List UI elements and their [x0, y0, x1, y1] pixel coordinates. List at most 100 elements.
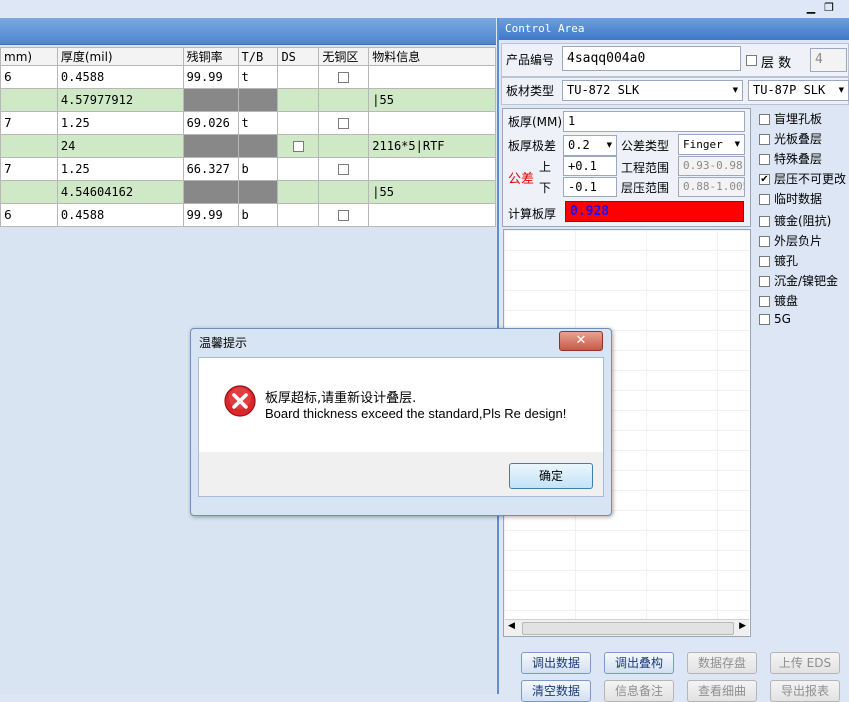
cell-ds[interactable]: [277, 111, 320, 135]
cell-thickness[interactable]: 24: [56, 134, 184, 158]
option-checkbox[interactable]: [759, 276, 770, 287]
scrollbar-thumb[interactable]: [522, 622, 734, 635]
product-no-input[interactable]: 4saqq004a0: [562, 46, 741, 71]
cell-no-copper[interactable]: [318, 65, 370, 89]
table-row[interactable]: 7 1.25 69.026 t: [0, 111, 496, 135]
option-plated-pad[interactable]: 镀盘: [759, 292, 798, 309]
cell-mm[interactable]: [0, 88, 58, 112]
cell-material[interactable]: [368, 203, 496, 227]
board-type-select[interactable]: TU-872 SLK ▼: [562, 80, 743, 101]
no-copper-checkbox[interactable]: [338, 210, 350, 221]
option-5g[interactable]: 5G: [759, 312, 791, 326]
option-checkbox[interactable]: [759, 256, 770, 267]
scroll-right-icon[interactable]: ▶: [739, 621, 746, 631]
cell-material[interactable]: [368, 65, 496, 89]
cell-mm[interactable]: 6: [0, 203, 58, 227]
cell-thickness[interactable]: 0.4588: [56, 203, 184, 227]
no-copper-checkbox[interactable]: [338, 118, 350, 129]
layers-checkbox[interactable]: [746, 55, 757, 66]
table-row[interactable]: 7 1.25 66.327 b: [0, 157, 496, 181]
option-bare-board-stack[interactable]: 光板叠层: [759, 130, 822, 147]
upper-tolerance-input[interactable]: +0.1: [563, 156, 617, 176]
view-detail-button[interactable]: 查看细曲: [687, 680, 757, 702]
cell-no-copper[interactable]: [318, 111, 370, 135]
option-checkbox[interactable]: [759, 216, 770, 227]
cell-thickness[interactable]: 0.4588: [56, 65, 184, 89]
cell-no-copper[interactable]: [318, 180, 370, 204]
layers-input[interactable]: 4: [810, 48, 847, 72]
option-checkbox[interactable]: [759, 314, 770, 325]
option-enig-enepig[interactable]: 沉金/镍钯金: [759, 272, 838, 289]
table-row[interactable]: 6 0.4588 99.99 b: [0, 203, 496, 227]
cell-tb[interactable]: t: [237, 111, 279, 135]
cell-material[interactable]: [368, 111, 496, 135]
cell-residual[interactable]: 69.026: [182, 111, 239, 135]
info-note-button[interactable]: 信息备注: [604, 680, 674, 702]
cell-material[interactable]: [368, 157, 496, 181]
cell-tb[interactable]: b: [237, 203, 279, 227]
table-row[interactable]: 4.54604162 |55: [0, 180, 496, 204]
save-data-button[interactable]: 数据存盘: [687, 652, 757, 674]
cell-thickness[interactable]: 4.57977912: [56, 88, 184, 112]
no-copper-checkbox[interactable]: [338, 72, 350, 83]
minimize-icon[interactable]: ▁: [804, 1, 818, 15]
export-report-button[interactable]: 导出报表: [770, 680, 840, 702]
horizontal-scrollbar[interactable]: ◀ ▶: [505, 619, 749, 636]
cell-ds[interactable]: [277, 134, 320, 158]
cell-thickness[interactable]: 1.25: [56, 157, 184, 181]
upload-eds-button[interactable]: 上传 EDS: [770, 652, 840, 674]
load-data-button[interactable]: 调出数据: [521, 652, 591, 674]
cell-residual[interactable]: 99.99: [182, 203, 239, 227]
cell-tb[interactable]: t: [237, 65, 279, 89]
cell-ds[interactable]: [277, 88, 320, 112]
table-row[interactable]: 4.57977912 |55: [0, 88, 496, 112]
cell-no-copper[interactable]: [318, 134, 370, 158]
option-special-stack[interactable]: 特殊叠层: [759, 150, 822, 167]
option-checkbox[interactable]: [759, 296, 770, 307]
option-checkbox-checked[interactable]: ✔: [759, 174, 770, 185]
option-checkbox[interactable]: [759, 194, 770, 205]
cell-thickness[interactable]: 4.54604162: [56, 180, 184, 204]
clear-data-button[interactable]: 清空数据: [521, 680, 591, 702]
cell-mm[interactable]: [0, 134, 58, 158]
board-type2-select[interactable]: TU-87P SLK ▼: [748, 80, 849, 101]
thickness-tolerance-select[interactable]: 0.2 ▼: [563, 135, 617, 156]
ok-button[interactable]: 确定: [509, 463, 593, 489]
cell-ds[interactable]: [277, 203, 320, 227]
close-icon[interactable]: ✕: [559, 331, 603, 351]
option-checkbox[interactable]: [759, 154, 770, 165]
table-row[interactable]: 6 0.4588 99.99 t: [0, 65, 496, 89]
option-temp-data[interactable]: 临时数据: [759, 190, 822, 207]
cell-no-copper[interactable]: [318, 157, 370, 181]
cell-residual[interactable]: 66.327: [182, 157, 239, 181]
cell-material[interactable]: |55: [368, 180, 496, 204]
cell-material[interactable]: 2116*5|RTF: [368, 134, 496, 158]
tolerance-type-select[interactable]: Finger ▼: [678, 134, 745, 155]
cell-ds[interactable]: [277, 180, 320, 204]
cell-mm[interactable]: 7: [0, 111, 58, 135]
option-outer-negative[interactable]: 外层负片: [759, 232, 822, 249]
scroll-left-icon[interactable]: ◀: [508, 621, 515, 631]
no-copper-checkbox[interactable]: [338, 164, 350, 175]
cell-no-copper[interactable]: [318, 203, 370, 227]
cell-mm[interactable]: 7: [0, 157, 58, 181]
cell-material[interactable]: |55: [368, 88, 496, 112]
option-blind-buried-via[interactable]: 盲埋孔板: [759, 110, 822, 127]
cell-tb[interactable]: b: [237, 157, 279, 181]
thickness-input[interactable]: 1: [563, 111, 745, 132]
option-checkbox[interactable]: [759, 114, 770, 125]
option-checkbox[interactable]: [759, 134, 770, 145]
cell-ds[interactable]: [277, 157, 320, 181]
cell-mm[interactable]: [0, 180, 58, 204]
cell-residual[interactable]: 99.99: [182, 65, 239, 89]
restore-icon[interactable]: ❐: [822, 1, 836, 15]
cell-thickness[interactable]: 1.25: [56, 111, 184, 135]
ds-checkbox[interactable]: [292, 141, 304, 152]
cell-mm[interactable]: 6: [0, 65, 58, 89]
lower-tolerance-input[interactable]: -0.1: [563, 177, 617, 197]
cell-ds[interactable]: [277, 65, 320, 89]
option-gold-plating-impedance[interactable]: 镀金(阻抗): [759, 212, 831, 229]
option-plated-hole[interactable]: 镀孔: [759, 252, 798, 269]
table-row[interactable]: 24 2116*5|RTF: [0, 134, 496, 158]
load-stack-button[interactable]: 调出叠构: [604, 652, 674, 674]
